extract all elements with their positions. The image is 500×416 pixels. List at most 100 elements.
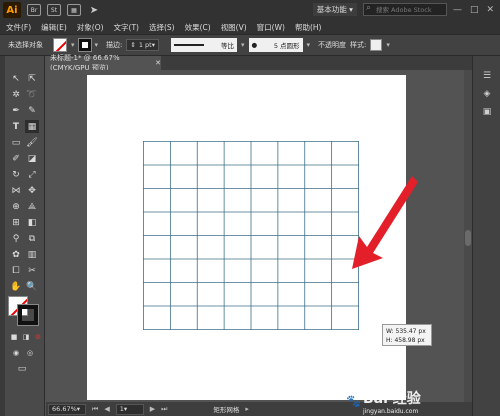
layers-panel-icon[interactable]: ◈ — [480, 88, 494, 100]
perspective-grid-tool-icon[interactable]: ⟁ — [25, 200, 39, 213]
fill-dropdown-icon[interactable]: ▾ — [71, 41, 75, 49]
menu-select[interactable]: 选择(S) — [149, 22, 175, 33]
last-artboard-icon[interactable]: ⏭ — [161, 405, 167, 414]
style-label: 样式: — [350, 41, 367, 49]
artboard-number-field[interactable]: 1 ▾ — [115, 403, 144, 415]
lasso-tool-icon[interactable]: ➰ — [25, 88, 39, 101]
none-mode-icon[interactable]: ⊘ — [31, 330, 45, 343]
tools-panel: ↖ ⇱ ✲ ➰ ✒ ✎ T ▦ ▭ 🖌 ✐ ◪ ↻ ⤢ ⋈ ✥ ⊕ ⟁ ⊞ ◧ … — [5, 56, 45, 416]
rectangle-tool-icon[interactable]: ▭ — [9, 136, 23, 149]
menu-window[interactable]: 窗口(W) — [257, 22, 285, 33]
stroke-weight-value: 1 pt — [138, 41, 152, 49]
profile-dropdown-icon[interactable]: ▾ — [241, 41, 245, 49]
menu-object[interactable]: 对象(O) — [77, 22, 104, 33]
variable-width-profile[interactable]: 等比 — [171, 38, 237, 52]
draw-mode-icon[interactable]: ◉ — [9, 346, 23, 359]
slice-tool-icon[interactable]: ✂ — [25, 264, 39, 277]
mesh-tool-icon[interactable]: ⊞ — [9, 216, 23, 229]
screen-mode-icon[interactable]: ▭ — [15, 362, 29, 375]
draw-behind-icon[interactable]: ◎ — [23, 346, 37, 359]
next-artboard-icon[interactable]: ▶ — [150, 405, 155, 413]
shape-builder-tool-icon[interactable]: ⊕ — [9, 200, 23, 213]
maximize-button[interactable]: □ — [470, 5, 479, 15]
style-swatch[interactable] — [370, 39, 383, 51]
libraries-panel-icon[interactable]: ▣ — [480, 106, 494, 118]
status-menu-icon[interactable]: ▸ — [245, 405, 249, 413]
rotate-tool-icon[interactable]: ↻ — [9, 168, 23, 181]
prev-artboard-icon[interactable]: ◀ — [104, 405, 109, 413]
scrollbar-thumb[interactable] — [465, 230, 471, 246]
artboard-tool-icon[interactable]: ⧠ — [9, 264, 23, 277]
menu-effect[interactable]: 效果(C) — [185, 22, 211, 33]
close-tab-icon[interactable]: ✕ — [155, 59, 161, 67]
brush-label: 5 点圆形 — [273, 42, 300, 50]
menu-file[interactable]: 文件(F) — [6, 22, 31, 33]
profile-label: 等比 — [221, 42, 234, 50]
symbol-sprayer-tool-icon[interactable]: ✿ — [9, 248, 23, 261]
paw-logo-icon: 🐾 — [346, 394, 361, 408]
menu-view[interactable]: 视图(V) — [221, 22, 247, 33]
menu-edit[interactable]: 编辑(E) — [41, 22, 67, 33]
brush-definition[interactable]: ● 5 点圆形 — [248, 38, 303, 52]
width-tool-icon[interactable]: ⋈ — [9, 184, 23, 197]
pen-tool-icon[interactable]: ✒ — [9, 104, 23, 117]
zoom-field[interactable]: 66.67% ▾ — [48, 403, 86, 415]
selection-tool-icon[interactable]: ↖ — [9, 72, 23, 85]
menu-help[interactable]: 帮助(H) — [295, 22, 322, 33]
properties-panel-icon[interactable]: ☰ — [480, 70, 494, 82]
magic-wand-tool-icon[interactable]: ✲ — [9, 88, 23, 101]
stroke-weight-field[interactable]: ⇕ 1 pt ▾ — [126, 39, 159, 51]
annotation-arrow — [352, 176, 418, 269]
vertical-scrollbar[interactable] — [464, 70, 472, 402]
red-arrow-icon — [352, 176, 418, 269]
direct-selection-tool-icon[interactable]: ⇱ — [25, 72, 39, 85]
fill-stroke-widget[interactable] — [8, 296, 40, 326]
canvas-area[interactable]: W: 535.47 px H: 458.98 px — [46, 70, 464, 402]
shaper-tool-icon[interactable]: ✐ — [9, 152, 23, 165]
menu-bar: 文件(F) 编辑(E) 对象(O) 文字(T) 选择(S) 效果(C) 视图(V… — [0, 20, 500, 34]
fill-swatch[interactable] — [53, 38, 67, 52]
menu-type[interactable]: 文字(T) — [114, 22, 139, 33]
stock-icon[interactable]: St — [47, 4, 61, 16]
workspace-switcher[interactable]: 基本功能 ▾ — [312, 3, 357, 16]
brush-dropdown-icon[interactable]: ▾ — [307, 41, 311, 49]
watermark-text: Bai 经验 — [362, 390, 421, 407]
zoom-value: 66.67% — [52, 405, 77, 413]
current-tool-status: 矩形网格 — [213, 406, 240, 414]
eraser-tool-icon[interactable]: ◪ — [25, 152, 39, 165]
illustrator-logo: Ai — [3, 2, 21, 18]
type-tool-icon[interactable]: T — [9, 120, 23, 133]
document-tab[interactable]: 未标题-1* @ 66.67% (CMYK/GPU 预览) ✕ — [46, 54, 162, 72]
curvature-tool-icon[interactable]: ✎ — [25, 104, 39, 117]
puppet-warp-tool-icon[interactable]: ✥ — [25, 184, 39, 197]
eyedropper-tool-icon[interactable]: ⚲ — [9, 232, 23, 245]
zoom-tool-icon[interactable]: 🔍 — [25, 280, 39, 293]
stroke-color-icon[interactable] — [17, 304, 39, 326]
close-button[interactable]: ✕ — [486, 5, 494, 15]
bridge-icon[interactable]: Br — [27, 4, 41, 16]
column-graph-tool-icon[interactable]: ▥ — [25, 248, 39, 261]
workspace-label: 基本功能 — [316, 5, 347, 14]
stock-search-input[interactable]: 搜索 Adobe Stock — [362, 3, 447, 16]
blend-tool-icon[interactable]: ⧉ — [25, 232, 39, 245]
stroke-label: 描边: — [106, 41, 123, 49]
gradient-tool-icon[interactable]: ◧ — [25, 216, 39, 229]
hand-tool-icon[interactable]: ✋ — [9, 280, 23, 293]
layout-icon[interactable]: ▦ — [67, 4, 81, 16]
profile-line — [174, 44, 204, 46]
panel-dock: ☰ ◈ ▣ — [472, 56, 500, 416]
artboard-number: 1 — [119, 405, 124, 413]
send-icon[interactable]: ➤ — [87, 4, 101, 16]
title-bar: Ai Br St ▦ ➤ 基本功能 ▾ 搜索 Adobe Stock — □ ✕ — [0, 0, 500, 20]
stroke-dropdown-icon[interactable]: ▾ — [95, 41, 99, 49]
watermark-url: jingyan.baidu.com — [362, 407, 419, 415]
rectangular-grid-tool-icon[interactable]: ▦ — [25, 120, 39, 133]
style-dropdown-icon[interactable]: ▾ — [386, 41, 390, 49]
opacity-label[interactable]: 不透明度 — [318, 40, 346, 50]
stroke-swatch[interactable] — [77, 38, 92, 52]
first-artboard-icon[interactable]: ⏮ — [92, 405, 98, 414]
minimize-button[interactable]: — — [453, 5, 462, 15]
paintbrush-tool-icon[interactable]: 🖌 — [25, 136, 39, 149]
baidu-watermark: 🐾 Bai 经验 jingyan.baidu.com — [346, 390, 496, 415]
scale-tool-icon[interactable]: ⤢ — [25, 168, 39, 181]
